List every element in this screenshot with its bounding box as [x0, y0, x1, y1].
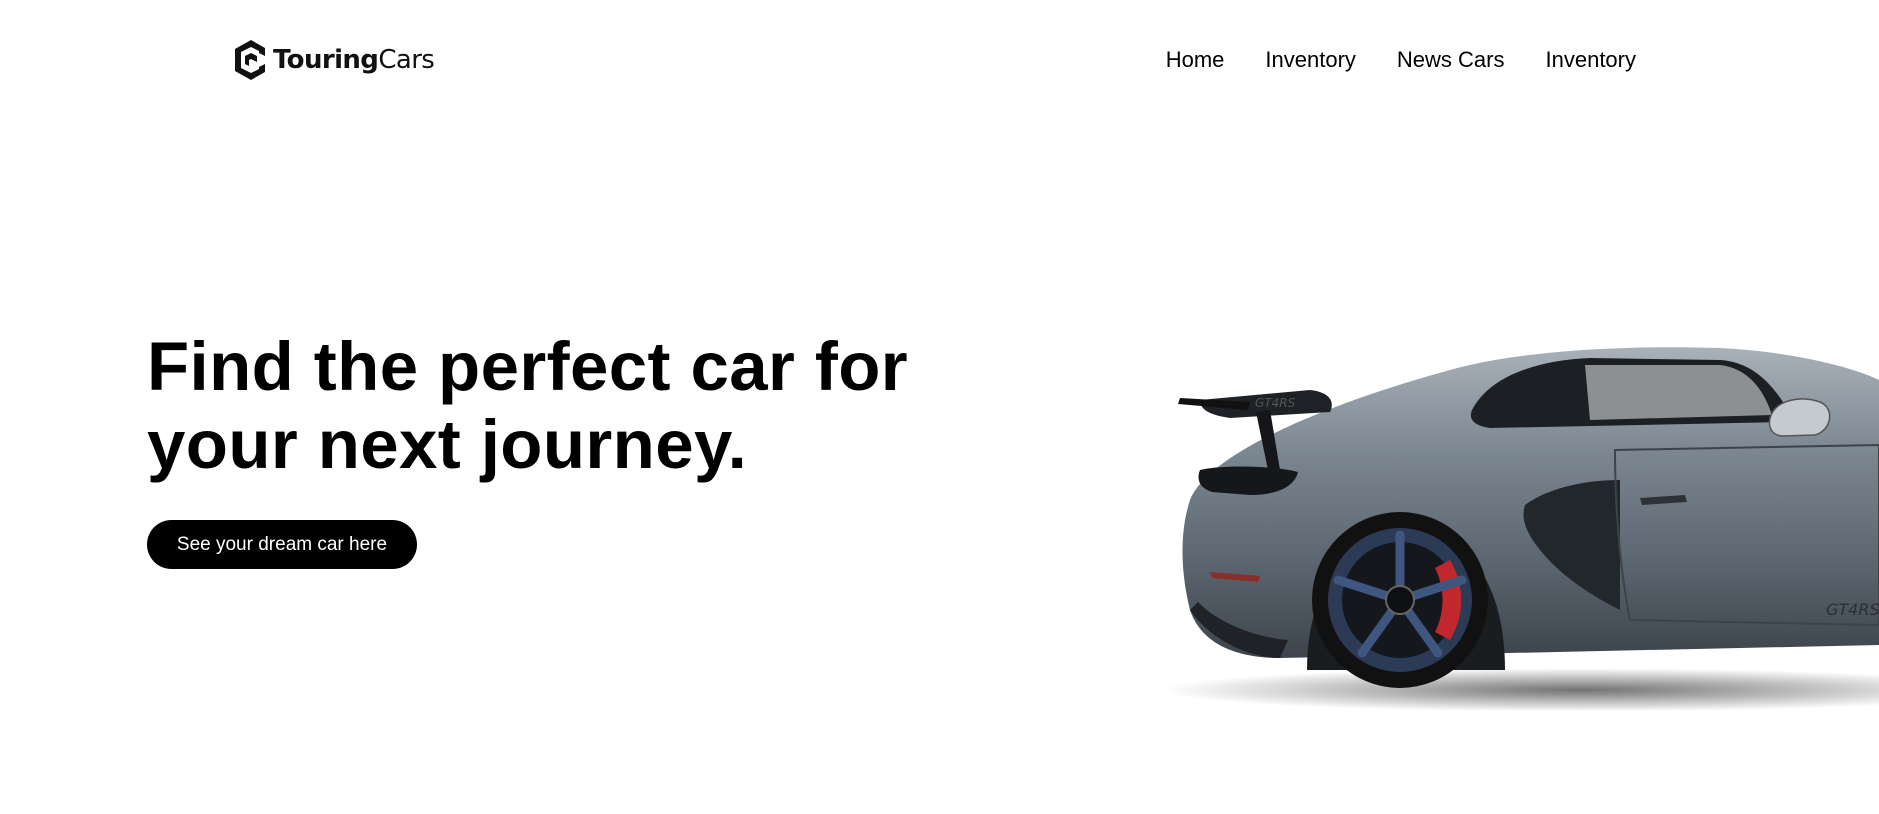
nav-inventory[interactable]: Inventory: [1265, 46, 1356, 74]
hero-title: Find the perfect car for your next journ…: [147, 328, 909, 483]
car-side-badge: GT4RS: [1826, 600, 1879, 619]
hero-car-image: GT4RS GT4RS: [1160, 347, 1879, 710]
touringcars-logo-icon: [235, 40, 265, 80]
nav-inventory-2[interactable]: Inventory: [1546, 46, 1637, 74]
wheel-hub: [1385, 585, 1415, 615]
brand-name-light: Cars: [378, 45, 435, 75]
main-nav: Home Inventory News Cars Inventory: [1166, 46, 1636, 74]
nav-home[interactable]: Home: [1166, 46, 1225, 74]
brand-name-bold: Touring: [273, 45, 379, 75]
nav-news-cars[interactable]: News Cars: [1397, 46, 1505, 74]
wing-badge-text: GT4RS: [1255, 396, 1296, 410]
dream-car-button[interactable]: See your dream car here: [147, 520, 417, 569]
brand-logo[interactable]: TouringCars: [231, 38, 435, 82]
car-shadow: [1160, 668, 1879, 710]
brand-name: TouringCars: [273, 38, 435, 82]
